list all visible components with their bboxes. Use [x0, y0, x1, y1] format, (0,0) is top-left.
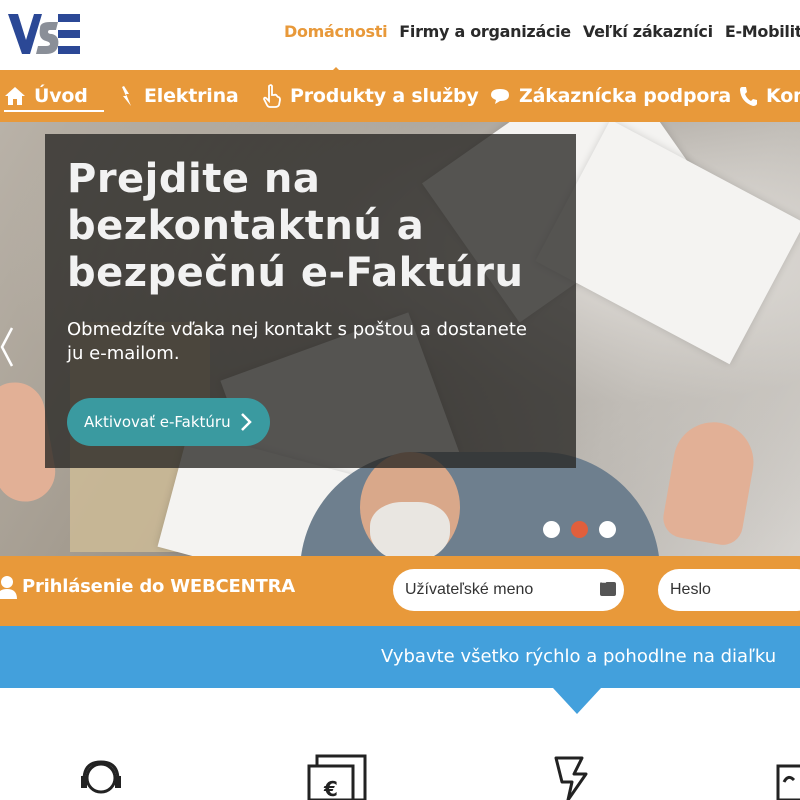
- headset-user-icon[interactable]: [76, 752, 126, 800]
- user-icon: [0, 576, 17, 599]
- lightning-outline-icon[interactable]: [552, 752, 602, 800]
- password-placeholder: Heslo: [670, 581, 711, 598]
- document-icon[interactable]: [774, 752, 800, 800]
- slider-dot-active[interactable]: [571, 521, 588, 538]
- cta-label: Aktivovať e-Faktúru: [84, 413, 231, 431]
- nav-item-kontakt[interactable]: Kon: [738, 70, 800, 122]
- home-icon: [5, 87, 25, 105]
- login-title: Prihlásenie do WEBCENTRA: [22, 576, 295, 597]
- lightning-icon: [122, 86, 131, 106]
- nav-item-label: Elektrina: [144, 85, 239, 107]
- euro-invoice-icon[interactable]: €: [305, 752, 369, 800]
- nav-item-produkty[interactable]: Produkty a služby: [262, 70, 479, 122]
- remote-services-banner: Vybavte všetko rýchlo a pohodlne na diaľ…: [0, 626, 800, 714]
- nav-item-label: Zákaznícka podpora: [519, 85, 731, 107]
- svg-text:€: €: [323, 777, 338, 800]
- keyboard-icon[interactable]: [600, 579, 616, 596]
- hero-caption: Prejdite na bezkontaktnú a bezpečnú e-Fa…: [45, 134, 576, 468]
- chat-bubble-icon: [491, 89, 509, 104]
- hand-pointer-icon: [263, 84, 281, 108]
- username-input[interactable]: Užívateľské meno: [393, 569, 624, 611]
- slider-dot[interactable]: [599, 521, 616, 538]
- slider-dots: [543, 521, 616, 538]
- nav-item-label: Produkty a služby: [290, 85, 479, 107]
- segment-nav: Domácnosti Firmy a organizácie Veľkí zák…: [278, 16, 800, 76]
- password-input[interactable]: Heslo: [658, 569, 800, 611]
- nav-item-label: Kon: [766, 85, 800, 107]
- hero-subtext: Obmedzíte vďaka nej kontakt s poštou a d…: [67, 319, 527, 364]
- chevron-left-icon[interactable]: [0, 322, 16, 372]
- phone-icon: [740, 87, 757, 106]
- webcentrum-login-bar: Prihlásenie do WEBCENTRA Užívateľské men…: [0, 556, 800, 626]
- segment-velki-zakaznici[interactable]: Veľkí zákazníci: [577, 16, 719, 50]
- nav-item-uvod[interactable]: Úvod: [4, 70, 104, 122]
- nav-item-label: Úvod: [34, 85, 88, 107]
- main-nav: Úvod Elektrina Produkty a služby Zákazní…: [0, 70, 800, 122]
- top-header: Domácnosti Firmy a organizácie Veľkí zák…: [0, 0, 800, 76]
- person-beard: [370, 502, 450, 556]
- hero-slider: Prejdite na bezkontaktnú a bezpečnú e-Fa…: [0, 122, 800, 556]
- chevron-right-icon: [241, 413, 252, 431]
- activate-efaktura-button[interactable]: Aktivovať e-Faktúru: [67, 398, 270, 446]
- banner-text: Vybavte všetko rýchlo a pohodlne na diaľ…: [381, 646, 777, 667]
- nav-item-elektrina[interactable]: Elektrina: [118, 70, 239, 122]
- hero-headline: Prejdite na bezkontaktnú a bezpečnú e-Fa…: [67, 156, 524, 296]
- slider-dot[interactable]: [543, 521, 560, 538]
- segment-e-mobility[interactable]: E-Mobility: [719, 16, 800, 50]
- vse-logo[interactable]: [6, 10, 82, 60]
- banner-arrow: [553, 688, 601, 714]
- username-placeholder: Užívateľské meno: [405, 581, 534, 598]
- segment-firmy[interactable]: Firmy a organizácie: [393, 16, 577, 50]
- nav-item-zakaznicka-podpora[interactable]: Zákaznícka podpora: [489, 70, 731, 122]
- segment-domacnosti[interactable]: Domácnosti: [278, 16, 393, 76]
